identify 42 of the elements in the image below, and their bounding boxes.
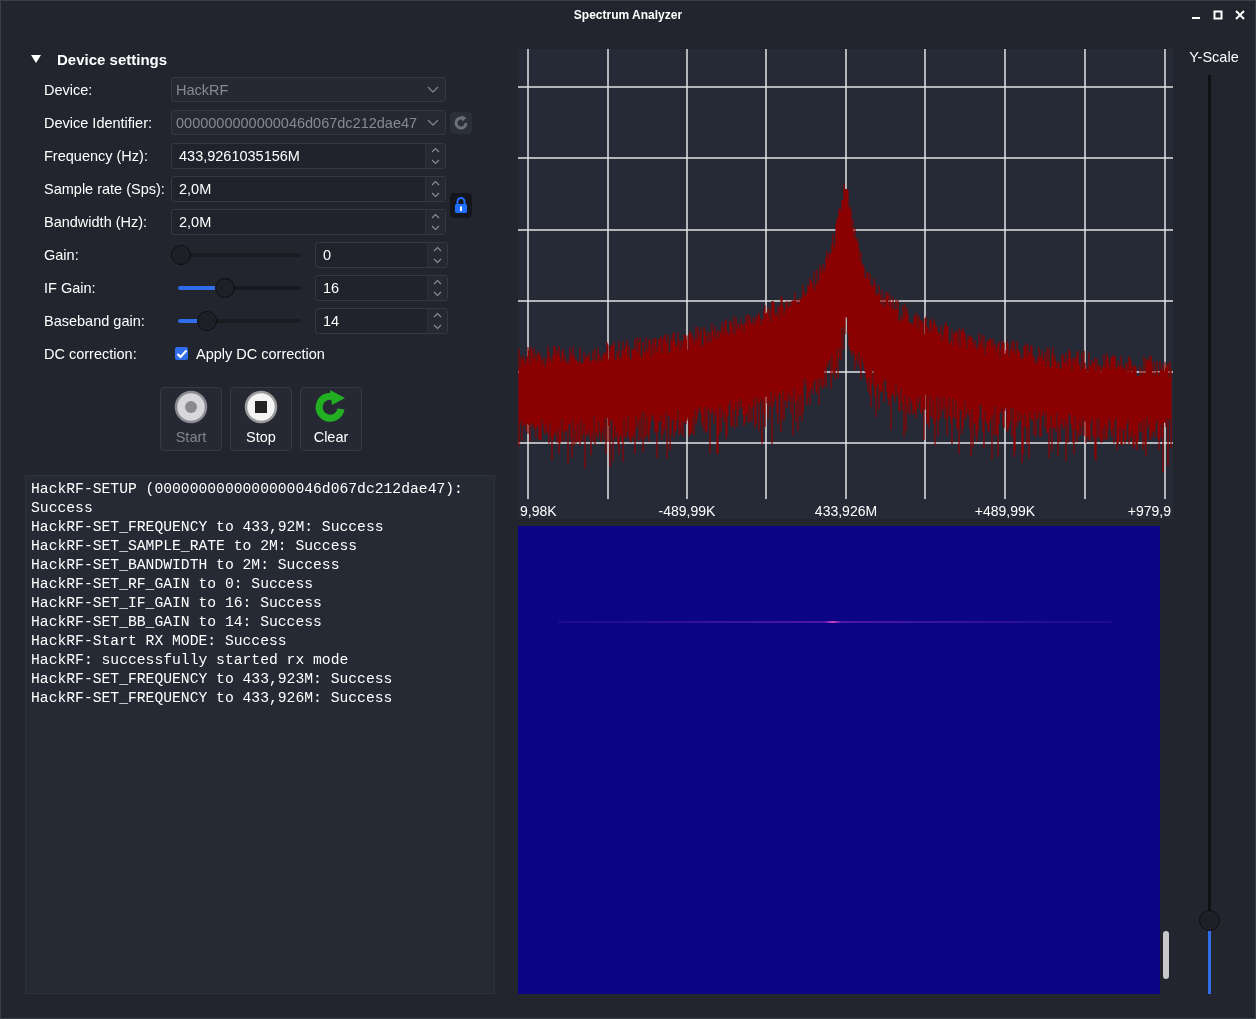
field-label: IF Gain: (44, 279, 97, 296)
slider[interactable] (171, 244, 301, 265)
spin-box[interactable]: 2,0M (171, 208, 446, 235)
field-label: Device Identifier: (44, 114, 153, 131)
spin-box[interactable]: 16 (315, 274, 448, 301)
axis-label: +979,9 (1127, 503, 1171, 519)
field-label: DC correction: (44, 345, 138, 362)
record-icon (174, 390, 208, 424)
padlock-icon (454, 196, 468, 214)
spin-box[interactable]: 433,9261035156M (171, 142, 446, 169)
scrollbar-thumb[interactable] (1163, 931, 1169, 979)
log-output: HackRF-SETUP (0000000000000000046d067dc212dae47): Success HackRF-SET_FREQUENCY to 433,92M: Success HackRF-SET_SAMPLE_RATE to 2M: Success HackRF-SET_BANDWIDTH to 2M: Success HackRF-SET_RF_GAIN to 0: Success HackRF-SET_IF_GAIN to 16: Success HackRF-SET_BB_GAIN to 14: Success HackRF-Start RX MODE: Success HackRF: successfully started rx mode HackRF-SET_FREQUENCY to 433,923M: Success HackRF-SET_FREQUENCY to 433,926M: Success (25, 475, 495, 994)
close-icon[interactable] (1235, 10, 1245, 20)
chevron-down-icon (427, 118, 439, 127)
axis-label: -489,99K (658, 503, 716, 519)
maximize-icon[interactable] (1213, 10, 1223, 20)
axis-label: 433,926M (814, 503, 878, 519)
collapse-triangle-icon[interactable] (31, 54, 41, 64)
checkbox[interactable] (175, 347, 188, 360)
spin-box[interactable]: 2,0M (171, 175, 446, 202)
refresh-button[interactable] (450, 111, 472, 134)
axis-label: +489,99K (974, 503, 1036, 519)
spin-box[interactable]: 14 (315, 307, 448, 334)
axis-label: 9,98K (520, 503, 557, 519)
stop-icon (244, 390, 278, 424)
window-title: Spectrum Analyzer (573, 8, 683, 22)
chevron-down-icon (427, 85, 439, 94)
field-label: Bandwidth (Hz): (44, 213, 149, 230)
spin-box[interactable]: 0 (315, 241, 448, 268)
field-label: Baseband gain: (44, 312, 146, 329)
field-label: Frequency (Hz): (44, 147, 149, 164)
clear-button[interactable]: Clear (300, 387, 362, 451)
field-label: Device: (44, 81, 94, 98)
vertical-slider[interactable] (1198, 75, 1220, 994)
section-title: Device settings (57, 50, 168, 68)
field-label: Gain: (44, 246, 80, 263)
field-label: Sample rate (Sps): (44, 180, 166, 197)
checkbox-label[interactable]: Apply DC correction (196, 345, 325, 362)
y-scale-label: Y-Scale (1189, 49, 1239, 65)
stop-button[interactable]: Stop (230, 387, 292, 451)
lock-button[interactable] (450, 192, 472, 218)
refresh-icon (453, 114, 469, 131)
